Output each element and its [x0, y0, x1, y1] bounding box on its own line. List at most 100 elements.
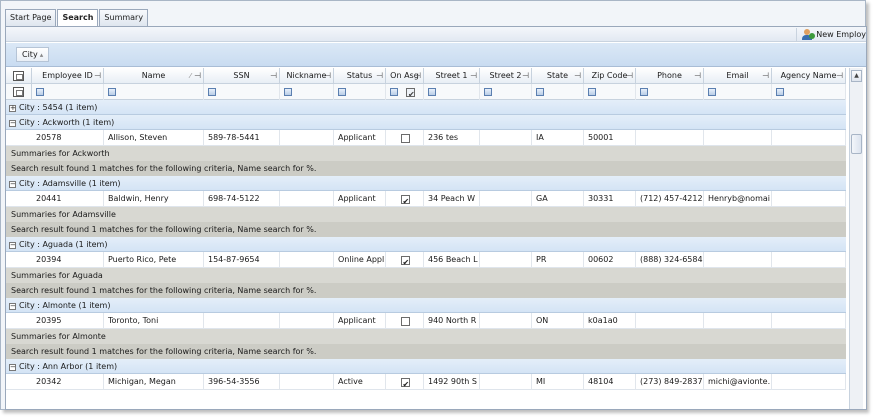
- table-row[interactable]: 20394 Puerto Rico, Pete 154-87-9654 Onli…: [6, 252, 846, 268]
- filter-icon[interactable]: [390, 88, 398, 96]
- filter-icon[interactable]: [338, 88, 346, 96]
- summary-title: Summaries for Aguada: [6, 268, 846, 283]
- group-row[interactable]: − City : Adamsville (1 item): [6, 176, 846, 191]
- filter-cell[interactable]: [704, 84, 772, 100]
- pin-icon[interactable]: ⊣: [522, 68, 529, 84]
- cell-name: Michigan, Megan: [104, 374, 204, 390]
- collapse-icon[interactable]: −: [9, 242, 16, 249]
- column-header-street2[interactable]: Street 2 ⊣: [480, 68, 532, 84]
- pin-icon[interactable]: ⊣: [470, 68, 477, 84]
- filter-cell[interactable]: [480, 84, 532, 100]
- group-row[interactable]: − City : Ackworth (1 item): [6, 115, 846, 130]
- cell-email: Henryb@nomai: [704, 191, 772, 207]
- pin-icon[interactable]: ⊣: [270, 68, 277, 84]
- column-header-street1[interactable]: Street 1 ⊣: [424, 68, 480, 84]
- pin-icon[interactable]: ⊣: [626, 68, 633, 84]
- on-asg-checkbox[interactable]: [400, 134, 410, 143]
- column-header-name[interactable]: Name ⁄ ⊣: [104, 68, 204, 84]
- pin-icon[interactable]: ⊣: [836, 68, 843, 84]
- cell-street1: 236 tes: [424, 130, 480, 146]
- cell-email: michi@avionte.: [704, 374, 772, 390]
- pin-icon[interactable]: ⊣: [762, 68, 769, 84]
- column-header-phone[interactable]: Phone ⊣: [636, 68, 704, 84]
- group-chip-label: City: [22, 50, 38, 59]
- cell-street2: [480, 252, 532, 268]
- filter-cell[interactable]: [204, 84, 280, 100]
- group-row[interactable]: − City : Ann Arbor (1 item): [6, 359, 846, 374]
- cell-zip: k0a1a0: [584, 313, 636, 329]
- cell-zip: 48104: [584, 374, 636, 390]
- clear-filter-icon[interactable]: [6, 84, 32, 100]
- on-asg-checkbox[interactable]: [400, 377, 410, 390]
- pin-icon[interactable]: ⊣: [194, 68, 201, 84]
- results-grid: Employee ID ⊣ Name ⁄ ⊣ SSN ⊣ Nickname ⊣ Statu…: [6, 68, 846, 390]
- filter-icon[interactable]: [284, 88, 292, 96]
- column-header-ssn[interactable]: SSN ⊣: [204, 68, 280, 84]
- on-asg-checkbox[interactable]: [400, 255, 410, 268]
- table-row[interactable]: 20441 Baldwin, Henry 698-74-5122 Applica…: [6, 191, 846, 207]
- filter-cell[interactable]: [636, 84, 704, 100]
- column-header-employee-id[interactable]: Employee ID ⊣: [32, 68, 104, 84]
- tab-start-page[interactable]: Start Page: [5, 9, 57, 26]
- collapse-icon[interactable]: −: [9, 181, 16, 188]
- tab-summary[interactable]: Summary: [99, 9, 149, 26]
- on-asg-checkbox[interactable]: [400, 194, 410, 207]
- column-header-email[interactable]: Email ⊣: [704, 68, 772, 84]
- collapse-icon[interactable]: −: [9, 303, 16, 310]
- pin-icon[interactable]: ⊣: [376, 68, 383, 84]
- pin-icon[interactable]: ⊣: [324, 68, 331, 84]
- filter-icon[interactable]: [588, 88, 596, 96]
- table-row[interactable]: 20342 Michigan, Megan 396-54-3556 Active…: [6, 374, 846, 390]
- pin-icon[interactable]: ⊣: [694, 68, 701, 84]
- column-header-nickname[interactable]: Nickname ⊣: [280, 68, 334, 84]
- column-header-zip[interactable]: Zip Code ⊣: [584, 68, 636, 84]
- column-header-agency[interactable]: Agency Name ⊣: [772, 68, 846, 84]
- filter-icon[interactable]: [428, 88, 436, 96]
- filter-icon[interactable]: [708, 88, 716, 96]
- filter-icon[interactable]: [776, 88, 784, 96]
- group-chip-city[interactable]: City ▴: [16, 47, 50, 62]
- pin-icon[interactable]: ⊣: [94, 68, 101, 84]
- filter-cell[interactable]: [424, 84, 480, 100]
- summary-text: Search result found 1 matches for the fo…: [6, 222, 846, 237]
- filter-cell[interactable]: [584, 84, 636, 100]
- row-selector-icon[interactable]: [6, 68, 32, 84]
- expand-icon[interactable]: +: [9, 105, 16, 112]
- group-row[interactable]: − City : Aguada (1 item): [6, 237, 846, 252]
- on-asg-checkbox[interactable]: [400, 317, 410, 326]
- cell-on-asg: [386, 191, 424, 207]
- filter-icon[interactable]: [108, 88, 116, 96]
- column-header-on-asg[interactable]: On Asg ⊣: [386, 68, 424, 84]
- filter-cell[interactable]: [386, 84, 424, 100]
- filter-cell[interactable]: [772, 84, 846, 100]
- group-row[interactable]: − City : Almonte (1 item): [6, 298, 846, 313]
- table-row[interactable]: 20578 Allison, Steven 589-78-5441 Applic…: [6, 130, 846, 146]
- column-header-status[interactable]: Status ⊣: [334, 68, 386, 84]
- group-row-collapsed[interactable]: + City : 5454 (1 item): [6, 100, 846, 115]
- pin-icon[interactable]: ⊣: [574, 68, 581, 84]
- filter-cell[interactable]: [532, 84, 584, 100]
- summary-title: Summaries for Adamsville: [6, 207, 846, 222]
- filter-cell[interactable]: [334, 84, 386, 100]
- collapse-icon[interactable]: −: [9, 120, 16, 127]
- filter-icon[interactable]: [484, 88, 492, 96]
- scroll-up-icon[interactable]: ▲: [851, 70, 862, 82]
- filter-icon[interactable]: [640, 88, 648, 96]
- scrollbar-thumb[interactable]: [851, 134, 862, 154]
- tab-search[interactable]: Search: [57, 9, 99, 27]
- filter-icon[interactable]: [208, 88, 216, 96]
- filter-icon[interactable]: [36, 88, 44, 96]
- collapse-icon[interactable]: −: [9, 364, 16, 371]
- on-asg-filter-checkbox[interactable]: [406, 87, 415, 100]
- filter-icon[interactable]: [536, 88, 544, 96]
- cell-employee-id: 20578: [32, 130, 104, 146]
- group-by-area[interactable]: City ▴: [6, 43, 866, 67]
- vertical-scrollbar[interactable]: ▲: [849, 68, 863, 409]
- filter-cell[interactable]: [32, 84, 104, 100]
- filter-cell[interactable]: [104, 84, 204, 100]
- column-header-state[interactable]: State ⊣: [532, 68, 584, 84]
- table-row[interactable]: 20395 Toronto, Toni Applicant 940 North …: [6, 313, 846, 329]
- filter-cell[interactable]: [280, 84, 334, 100]
- new-employee-button[interactable]: New Employ: [796, 28, 866, 41]
- pin-icon[interactable]: ⊣: [414, 68, 421, 84]
